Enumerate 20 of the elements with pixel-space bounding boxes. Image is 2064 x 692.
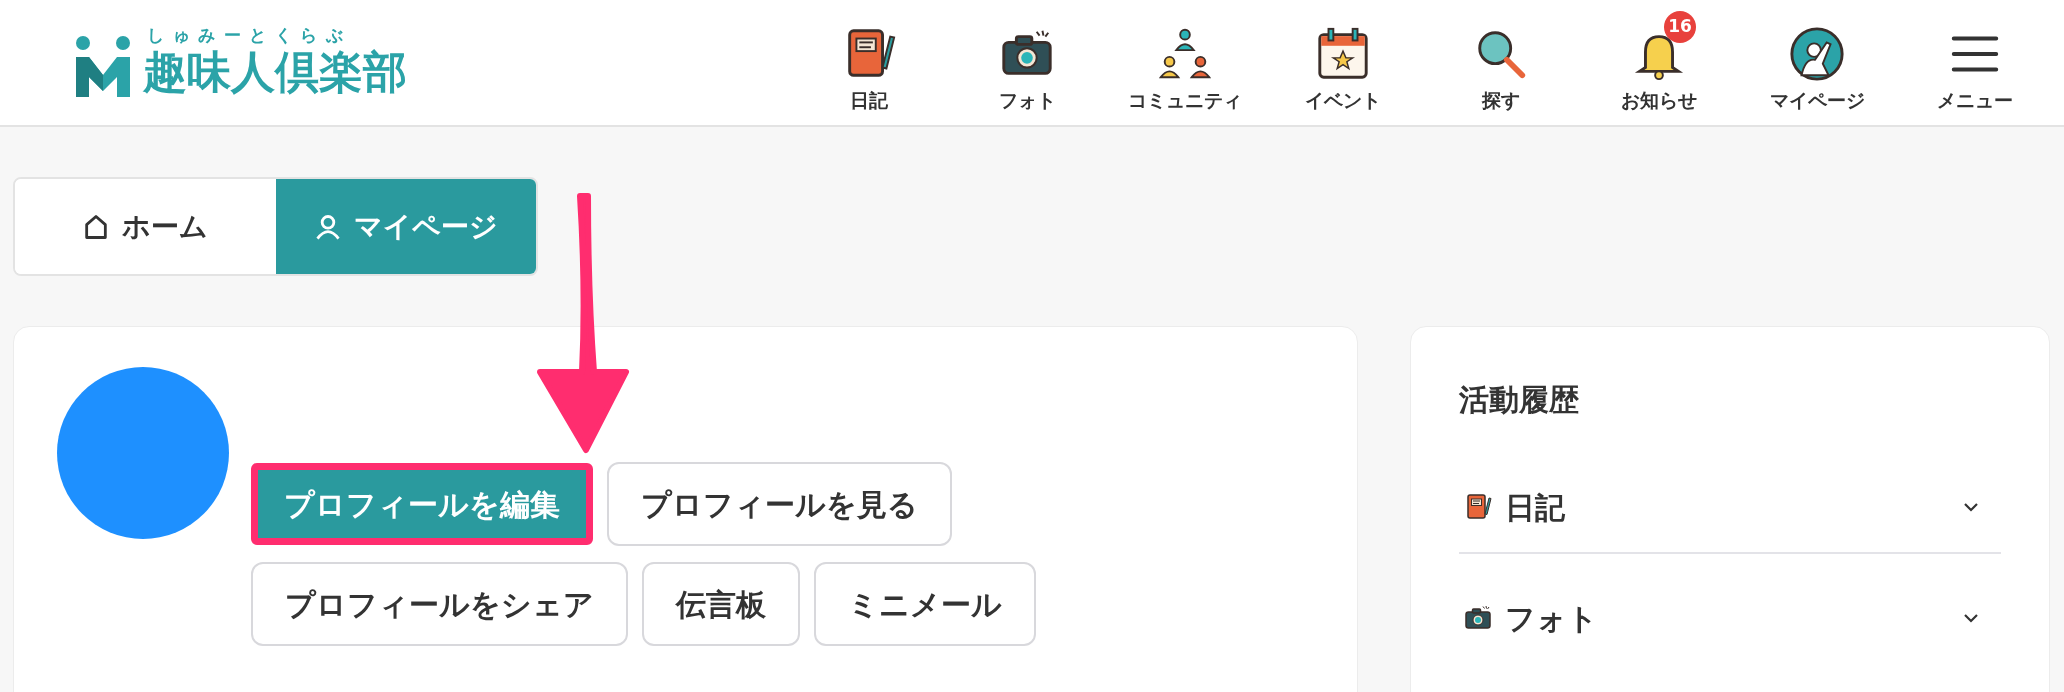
person-icon (1788, 25, 1846, 83)
activity-section[interactable]: 日記 (1459, 462, 2001, 552)
profile-button[interactable]: ミニメール (814, 562, 1036, 646)
profile-button[interactable]: プロフィールを見る (607, 462, 952, 546)
activity-section[interactable]: フォト (1459, 552, 2001, 682)
logo-text: 趣味人倶楽部 (143, 45, 407, 99)
profile-button[interactable]: プロフィールをシェア (251, 562, 628, 646)
nav-item[interactable]: マイページ (1738, 11, 1896, 114)
activity-title: 活動履歴 (1459, 381, 1580, 419)
logo-ruby: しゅみーとくらぶ (146, 26, 352, 44)
nav-item[interactable]: イベント (1264, 11, 1422, 114)
logo-icon (75, 34, 131, 99)
nav-item[interactable]: 探す (1422, 11, 1580, 114)
nav-item[interactable]: お知らせ 16 (1580, 11, 1738, 114)
nav-item[interactable]: メニュー (1896, 11, 2054, 114)
nav-item[interactable]: 日記 (790, 11, 948, 114)
nav-item[interactable]: フォト (948, 11, 1106, 114)
notification-badge: 16 (1664, 11, 1696, 43)
nav-item[interactable]: コミュニティ (1106, 11, 1264, 114)
profile-button[interactable]: 伝言板 (642, 562, 800, 646)
